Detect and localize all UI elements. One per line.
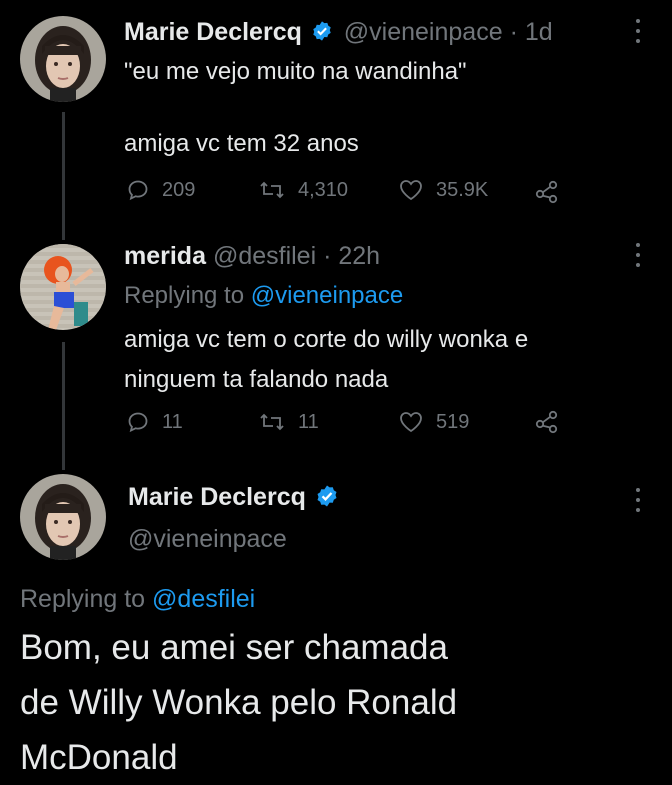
- reply-button[interactable]: 209: [126, 178, 195, 202]
- verified-badge-icon: [313, 21, 331, 42]
- reply-count: 11: [162, 410, 183, 433]
- share-icon: [535, 180, 558, 204]
- thread-line-2: [62, 342, 65, 470]
- timestamp[interactable]: 22h: [338, 242, 380, 270]
- more-options-icon[interactable]: [628, 19, 648, 43]
- heart-icon: [400, 412, 422, 433]
- reply-icon: [128, 180, 148, 201]
- author-block: Marie Declercq @vieneinpace: [128, 480, 339, 556]
- share-button[interactable]: [534, 408, 560, 434]
- tweet-text-line: "eu me vejo muito na wandinha": [124, 58, 467, 85]
- like-count: 519: [436, 410, 470, 433]
- tweet-text: "eu me vejo muito na wandinha" amiga vc …: [124, 56, 467, 160]
- more-options-icon[interactable]: [628, 243, 648, 267]
- avatar-photo-marie: [20, 474, 106, 560]
- share-button[interactable]: [534, 178, 560, 204]
- thread-line-1: [62, 112, 65, 240]
- tweet-text-line: Bom, eu amei ser chamada: [20, 628, 448, 667]
- tweet-text: amiga vc tem o corte do willy wonka e ni…: [124, 320, 528, 400]
- avatar[interactable]: [20, 244, 106, 330]
- author-handle[interactable]: @desfilei: [213, 242, 316, 270]
- tweet-text-line: de Willy Wonka pelo Ronald: [20, 683, 458, 722]
- retweet-count: 11: [298, 410, 319, 433]
- main-tweet-text: Bom, eu amei ser chamada de Willy Wonka …: [20, 620, 457, 785]
- reply-button[interactable]: 11: [126, 410, 183, 434]
- separator-dot: ·: [509, 18, 518, 46]
- retweet-icon: [260, 181, 284, 199]
- timestamp[interactable]: 1d: [525, 18, 553, 46]
- avatar-photo-merida: [20, 244, 106, 330]
- tweet-text-line: ninguem ta falando nada: [124, 366, 389, 393]
- like-count: 35.9K: [436, 178, 489, 201]
- avatar[interactable]: [20, 16, 106, 102]
- share-icon: [535, 410, 558, 434]
- like-button[interactable]: 35.9K: [398, 178, 488, 202]
- author-name[interactable]: Marie Declercq: [124, 18, 302, 46]
- more-options-icon[interactable]: [628, 488, 648, 512]
- author-name[interactable]: Marie Declercq: [128, 483, 306, 511]
- retweet-count: 4,310: [298, 178, 349, 201]
- replying-to: Replying to @desfilei: [20, 582, 255, 616]
- separator-dot: ·: [323, 242, 332, 270]
- heart-icon: [400, 180, 422, 201]
- author-handle[interactable]: @vieneinpace: [344, 18, 503, 46]
- tweet-header: Marie Declercq @vieneinpace · 1d: [124, 16, 553, 48]
- author-name[interactable]: merida: [124, 242, 206, 270]
- replying-to-handle-link[interactable]: @desfilei: [152, 585, 255, 613]
- tweet-text-line: McDonald: [20, 738, 178, 777]
- tweet-text-line: amiga vc tem o corte do willy wonka e: [124, 326, 529, 353]
- retweet-icon: [260, 413, 284, 431]
- replying-to-label: Replying to: [124, 282, 245, 309]
- verified-badge-icon: [317, 485, 337, 507]
- replying-to: Replying to @vieneinpace: [124, 280, 403, 312]
- like-button[interactable]: 519: [398, 410, 469, 434]
- tweet-text-line: amiga vc tem 32 anos: [124, 130, 359, 157]
- author-handle[interactable]: @vieneinpace: [128, 522, 339, 556]
- retweet-button[interactable]: 4,310: [258, 178, 348, 202]
- avatar[interactable]: [20, 474, 106, 560]
- reply-count: 209: [162, 178, 196, 201]
- replying-to-label: Replying to: [20, 585, 146, 613]
- replying-to-handle-link[interactable]: @vieneinpace: [251, 282, 403, 309]
- tweet-header: merida @desfilei · 22h: [124, 240, 380, 272]
- retweet-button[interactable]: 11: [258, 410, 319, 434]
- avatar-photo-marie: [20, 16, 106, 102]
- reply-icon: [128, 412, 148, 433]
